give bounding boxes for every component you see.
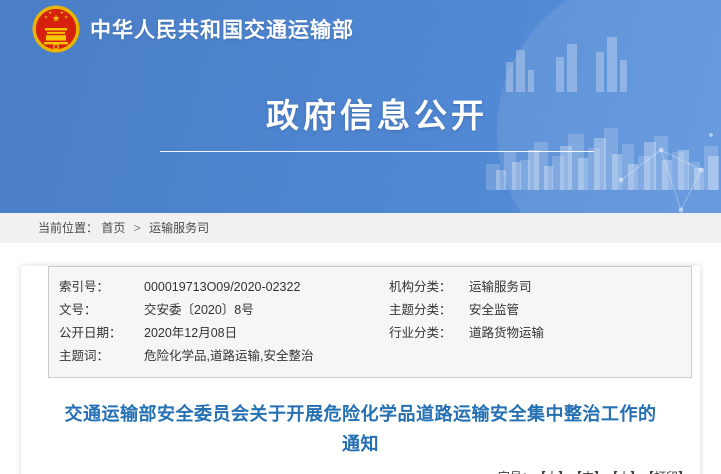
page-title: 政府信息公开 xyxy=(160,94,594,138)
info-row-industry-category: 行业分类：道路货物运输 xyxy=(379,322,691,345)
svg-text:★: ★ xyxy=(60,10,64,15)
info-label: 主题分类： xyxy=(389,299,469,322)
banner: ★ ★ ★ ★ ★ 中华人民共和国交通运输部 政府信息公开 xyxy=(0,0,721,213)
info-row-agency-category: 机构分类：运输服务司 xyxy=(379,276,691,299)
info-label: 公开日期： xyxy=(59,322,144,345)
info-value: 交安委〔2020〕8号 xyxy=(144,303,254,317)
national-emblem-icon: ★ ★ ★ ★ ★ xyxy=(32,5,80,53)
font-size-medium-button[interactable]: 【中】 xyxy=(576,470,606,474)
info-row-topic-category: 主题分类：安全监管 xyxy=(379,299,691,322)
info-row-doc-number: 文号：交安委〔2020〕8号 xyxy=(49,299,379,322)
title-underline xyxy=(160,151,594,152)
info-value: 2020年12月08日 xyxy=(144,326,237,340)
breadcrumb-home-link[interactable]: 首页 xyxy=(101,221,125,235)
font-size-small-button[interactable]: 【小】 xyxy=(612,470,642,474)
info-row-index-number: 索引号：000019713O09/2020-02322 xyxy=(49,276,379,299)
svg-text:★: ★ xyxy=(64,14,68,19)
info-value: 道路货物运输 xyxy=(469,326,544,340)
info-row-keywords: 主题词：危险化学品,道路运输,安全整治 xyxy=(49,345,379,368)
info-column-left: 索引号：000019713O09/2020-02322 文号：交安委〔2020〕… xyxy=(49,276,379,368)
page: ★ ★ ★ ★ ★ 中华人民共和国交通运输部 政府信息公开 当前位置： 首 xyxy=(0,0,721,474)
breadcrumb-separator: > xyxy=(134,221,141,235)
org-name: 中华人民共和国交通运输部 xyxy=(90,14,354,44)
info-label: 主题词： xyxy=(59,345,144,368)
site-title-block: 政府信息公开 xyxy=(160,94,594,152)
content-card: 索引号：000019713O09/2020-02322 文号：交安委〔2020〕… xyxy=(21,266,700,474)
font-size-large-button[interactable]: 【大】 xyxy=(540,470,570,474)
print-button[interactable]: 【打印】 xyxy=(648,470,690,474)
article-title: 交通运输部安全委员会关于开展危险化学品道路运输安全集中整治工作的通知 xyxy=(61,399,661,459)
svg-text:★: ★ xyxy=(52,13,61,24)
info-label: 索引号： xyxy=(59,276,144,299)
info-value: 000019713O09/2020-02322 xyxy=(144,280,300,294)
breadcrumb-label: 当前位置： xyxy=(38,221,98,235)
info-label: 文号： xyxy=(59,299,144,322)
info-label: 机构分类： xyxy=(389,276,469,299)
info-value: 危险化学品,道路运输,安全整治 xyxy=(144,349,313,363)
small-buildings-decoration xyxy=(501,32,651,102)
document-info-table: 索引号：000019713O09/2020-02322 文号：交安委〔2020〕… xyxy=(48,266,692,378)
org-header: ★ ★ ★ ★ ★ 中华人民共和国交通运输部 xyxy=(32,5,354,53)
breadcrumb: 当前位置： 首页 > 运输服务司 xyxy=(0,213,721,243)
info-column-right: 机构分类：运输服务司 主题分类：安全监管 行业分类：道路货物运输 xyxy=(379,276,691,368)
info-value: 运输服务司 xyxy=(469,280,532,294)
breadcrumb-current-link[interactable]: 运输服务司 xyxy=(149,221,209,235)
font-size-controls: 字号： 【大】 【中】 【小】 【打印】 xyxy=(21,468,700,474)
svg-text:★: ★ xyxy=(44,14,48,19)
svg-text:★: ★ xyxy=(48,10,52,15)
info-row-publish-date: 公开日期：2020年12月08日 xyxy=(49,322,379,345)
info-label: 行业分类： xyxy=(389,322,469,345)
info-value: 安全监管 xyxy=(469,303,519,317)
font-size-label: 字号： xyxy=(498,470,534,474)
